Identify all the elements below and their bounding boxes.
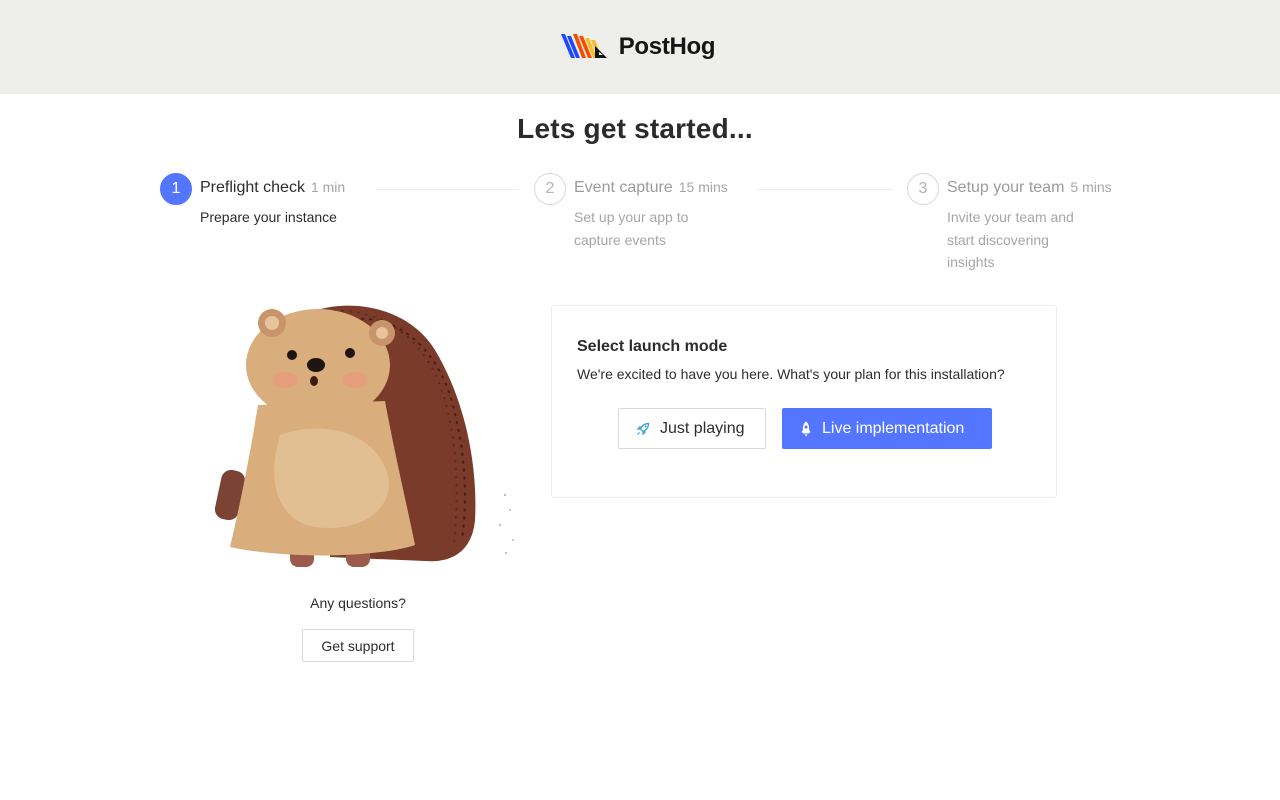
posthog-logo[interactable]: PostHog [560,32,716,62]
rocket-icon [801,421,811,436]
live-implementation-button[interactable]: Live implementation [782,408,992,449]
step-number: 1 [160,173,192,205]
step-title-text: Setup your team [947,179,1065,196]
rocket-outline-icon [636,422,650,435]
step-title: Preflight check 1 min [200,179,345,197]
hedgehog-illustration [214,305,514,567]
step-title: Setup your team 5 mins [947,179,1112,197]
step-description: Set up your app to capture events [574,209,689,248]
step-time: 5 mins [1070,179,1112,195]
launch-mode-card: Select launch mode We're excited to have… [551,305,1057,498]
top-bar: PostHog [0,0,1280,94]
page-title: Lets get started... [517,113,753,144]
step-connector [376,189,518,190]
just-playing-label: Just playing [660,419,745,437]
card-title: Select launch mode [577,338,728,355]
live-implementation-label: Live implementation [822,419,965,437]
card-subtitle: We're excited to have you here. What's y… [577,366,1005,382]
posthog-logo-icon [560,34,607,58]
just-playing-button[interactable]: Just playing [618,408,766,449]
step-connector [757,189,892,190]
step-time: 1 min [310,179,346,195]
get-support-button[interactable]: Get support [302,629,414,662]
step-title-text: Preflight check [200,179,305,196]
step-number: 3 [907,173,939,205]
support-question: Any questions? [310,595,406,611]
brand-name: PostHog [618,33,716,60]
step-description: Prepare your instance [200,209,337,225]
step-number: 2 [534,173,566,205]
step-title: Event capture 15 mins [574,179,728,197]
step-title-text: Event capture [574,179,673,196]
step-description: Invite your team and start discovering i… [947,209,1074,270]
step-time: 15 mins [678,179,728,195]
